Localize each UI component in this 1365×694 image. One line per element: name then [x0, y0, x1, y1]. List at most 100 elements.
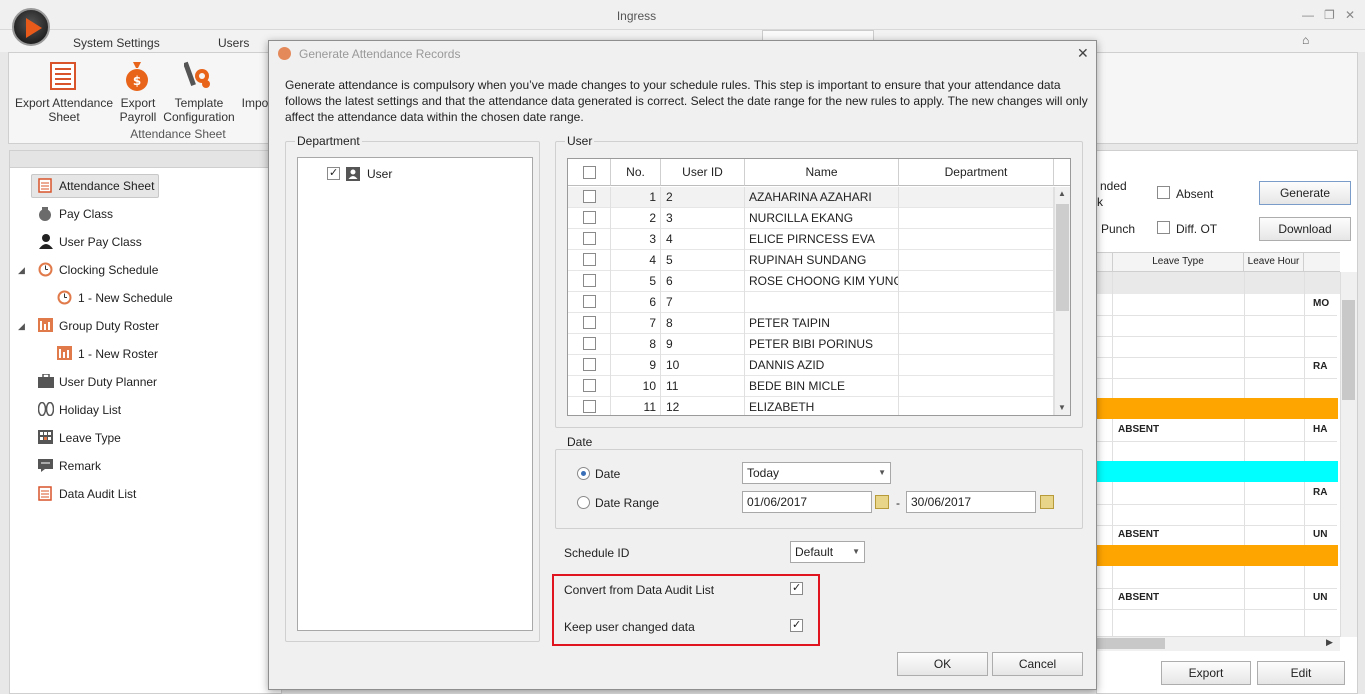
export-attendance-sheet-button[interactable]: Export Attendance Sheet: [14, 96, 114, 124]
tab-users[interactable]: Users: [218, 36, 249, 50]
table-row[interactable]: 2 3 NURCILLA EKANG: [568, 208, 1055, 229]
nav-attendance-sheet[interactable]: Attendance Sheet: [59, 179, 154, 193]
range-to-input[interactable]: 30/06/2017: [906, 491, 1036, 513]
department-label: Department: [295, 134, 362, 148]
row-divider: [1097, 588, 1337, 589]
tab-system-settings[interactable]: System Settings: [73, 36, 160, 50]
template-configuration-button[interactable]: Template Configuration: [162, 96, 236, 124]
row-divider: [1097, 609, 1337, 610]
table-row[interactable]: 8 9 PETER BIBI PORINUS: [568, 334, 1055, 355]
nav-clocking-schedule[interactable]: Clocking Schedule: [59, 263, 158, 277]
scroll-right-icon[interactable]: ▶: [1326, 637, 1333, 648]
download-button[interactable]: Download: [1259, 217, 1351, 241]
expand-roster-icon[interactable]: ◢: [18, 321, 25, 332]
scroll-up-icon[interactable]: ▲: [1058, 189, 1066, 198]
diff-ot-checkbox[interactable]: [1157, 221, 1170, 234]
table-row[interactable]: 67: [568, 292, 1055, 313]
nav-remark[interactable]: Remark: [59, 459, 101, 473]
department-user-checkbox[interactable]: [327, 166, 340, 180]
remark-icon: [38, 458, 53, 475]
nav-group-duty-roster[interactable]: Group Duty Roster: [59, 319, 159, 333]
scroll-down-icon[interactable]: ▼: [1058, 403, 1066, 412]
row-divider: [1097, 357, 1337, 358]
user-table-vscroll-thumb[interactable]: [1056, 204, 1069, 311]
row-checkbox[interactable]: [583, 232, 596, 245]
cell-name: ROSE CHOONG KIM YUNG: [745, 271, 899, 292]
close-icon[interactable]: ✕: [1077, 45, 1089, 62]
cancel-button[interactable]: Cancel: [992, 652, 1083, 676]
date-radio[interactable]: [577, 467, 590, 480]
row-checkbox[interactable]: [583, 400, 596, 413]
col-department[interactable]: Department: [899, 159, 1054, 186]
table-row[interactable]: 5 6 ROSE CHOONG KIM YUNG: [568, 271, 1055, 292]
calendar-icon[interactable]: [875, 495, 889, 509]
row-select-cell: [568, 313, 611, 334]
table-row[interactable]: 7 8 PETER TAIPIN: [568, 313, 1055, 334]
select-all-checkbox[interactable]: [583, 166, 596, 179]
restore-button[interactable]: ❐: [1324, 8, 1335, 22]
nav-leave-type[interactable]: Leave Type: [59, 431, 121, 445]
nav-holiday-list[interactable]: Holiday List: [59, 403, 121, 417]
row-divider: [1097, 441, 1337, 442]
expand-clocking-icon[interactable]: ◢: [18, 265, 25, 276]
absent-checkbox[interactable]: [1157, 186, 1170, 199]
close-button[interactable]: ✕: [1345, 8, 1355, 22]
nav-user-duty-planner[interactable]: User Duty Planner: [59, 375, 157, 389]
date-range-option-label: Date Range: [595, 496, 660, 510]
table-row[interactable]: 9 10 DANNIS AZID: [568, 355, 1055, 376]
leave-type-icon: [38, 430, 53, 447]
col-name[interactable]: Name: [745, 159, 899, 186]
calendar-icon[interactable]: [1040, 495, 1054, 509]
cell-user-id: 4: [661, 229, 745, 250]
nav-roster-item[interactable]: 1 - New Roster: [78, 347, 158, 361]
row-checkbox[interactable]: [583, 337, 596, 350]
import-button[interactable]: Impo: [240, 96, 270, 110]
generate-button[interactable]: Generate: [1259, 181, 1351, 205]
schedule-id-select[interactable]: Default ▼: [790, 541, 865, 563]
table-row[interactable]: 10 11 BEDE BIN MICLE: [568, 376, 1055, 397]
roster-icon: [38, 318, 53, 335]
nav-pay-class[interactable]: Pay Class: [59, 207, 113, 221]
edit-button[interactable]: Edit: [1257, 661, 1345, 685]
schedule-id-label: Schedule ID: [564, 546, 630, 560]
cell-user-id: 8: [661, 313, 745, 334]
home-icon[interactable]: ⌂: [1302, 33, 1309, 47]
col-no[interactable]: No.: [611, 159, 661, 186]
row-checkbox[interactable]: [583, 316, 596, 329]
nav-schedule-item[interactable]: 1 - New Schedule: [78, 291, 173, 305]
cell-name: ELICE PIRNCESS EVA: [745, 229, 899, 250]
export-payroll-button[interactable]: Export Payroll: [117, 96, 159, 124]
table-row[interactable]: 1 2 AZAHARINA AZAHARI: [568, 187, 1055, 208]
app-logo[interactable]: [12, 8, 50, 46]
department-tree-item[interactable]: User: [367, 167, 392, 181]
remark-cell: RA: [1313, 361, 1328, 372]
export-button[interactable]: Export: [1161, 661, 1251, 685]
row-checkbox[interactable]: [583, 274, 596, 287]
row-checkbox[interactable]: [583, 253, 596, 266]
cell-name: DANNIS AZID: [745, 355, 899, 376]
ok-button[interactable]: OK: [897, 652, 988, 676]
row-checkbox[interactable]: [583, 358, 596, 371]
grid-hscroll-thumb[interactable]: [1097, 638, 1165, 649]
col-leave-type[interactable]: Leave Type: [1112, 252, 1244, 272]
row-checkbox[interactable]: [583, 379, 596, 392]
date-range-radio[interactable]: [577, 496, 590, 509]
row-checkbox[interactable]: [583, 295, 596, 308]
svg-text:$: $: [133, 74, 141, 88]
grid-vscroll-thumb[interactable]: [1342, 300, 1355, 400]
nav-data-audit-list[interactable]: Data Audit List: [59, 487, 136, 501]
col-user-id[interactable]: User ID: [661, 159, 745, 186]
minimize-button[interactable]: —: [1302, 8, 1314, 22]
table-row[interactable]: 4 5 RUPINAH SUNDANG: [568, 250, 1055, 271]
range-separator: -: [896, 496, 900, 510]
nav-user-pay-class[interactable]: User Pay Class: [59, 235, 142, 249]
row-select-cell: [568, 250, 611, 271]
table-row[interactable]: 11 12 ELIZABETH: [568, 397, 1055, 415]
range-from-input[interactable]: 01/06/2017: [742, 491, 872, 513]
row-checkbox[interactable]: [583, 190, 596, 203]
cell-name: PETER TAIPIN: [745, 313, 899, 334]
row-checkbox[interactable]: [583, 211, 596, 224]
date-select[interactable]: Today ▼: [742, 462, 891, 484]
table-row[interactable]: 3 4 ELICE PIRNCESS EVA: [568, 229, 1055, 250]
col-leave-hour[interactable]: Leave Hour: [1244, 252, 1304, 272]
